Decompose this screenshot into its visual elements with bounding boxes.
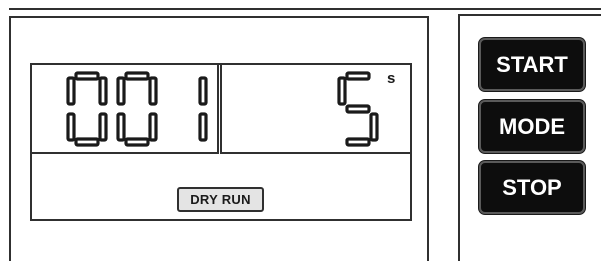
digit-1 xyxy=(198,76,208,142)
segment-c xyxy=(148,112,158,142)
segment-f xyxy=(337,76,347,106)
segment-c xyxy=(198,112,208,142)
timer-display xyxy=(337,71,379,147)
segment-b xyxy=(98,76,108,106)
start-button[interactable]: START xyxy=(479,38,585,91)
stop-button[interactable]: STOP xyxy=(479,161,585,214)
segment-f xyxy=(66,76,76,106)
housing-top-edge xyxy=(9,8,601,10)
segment-c xyxy=(98,112,108,142)
dry-run-indicator: DRY RUN xyxy=(177,187,264,212)
segment-a xyxy=(74,71,100,81)
segment-d xyxy=(74,137,100,147)
segment-a xyxy=(345,71,371,81)
segment-a xyxy=(124,71,150,81)
segment-c xyxy=(369,112,379,142)
segment-e xyxy=(66,112,76,142)
mode-button[interactable]: MODE xyxy=(479,100,585,153)
segment-f xyxy=(116,76,126,106)
digit-0 xyxy=(66,71,108,147)
segment-g xyxy=(345,104,371,114)
cycle-counter-display xyxy=(66,71,208,147)
segment-d xyxy=(124,137,150,147)
digit-5 xyxy=(337,71,379,147)
timer-unit-label: s xyxy=(387,70,396,87)
segment-d xyxy=(345,137,371,147)
segment-b xyxy=(148,76,158,106)
digit-0 xyxy=(116,71,158,147)
segment-b xyxy=(198,76,208,106)
segment-e xyxy=(116,112,126,142)
